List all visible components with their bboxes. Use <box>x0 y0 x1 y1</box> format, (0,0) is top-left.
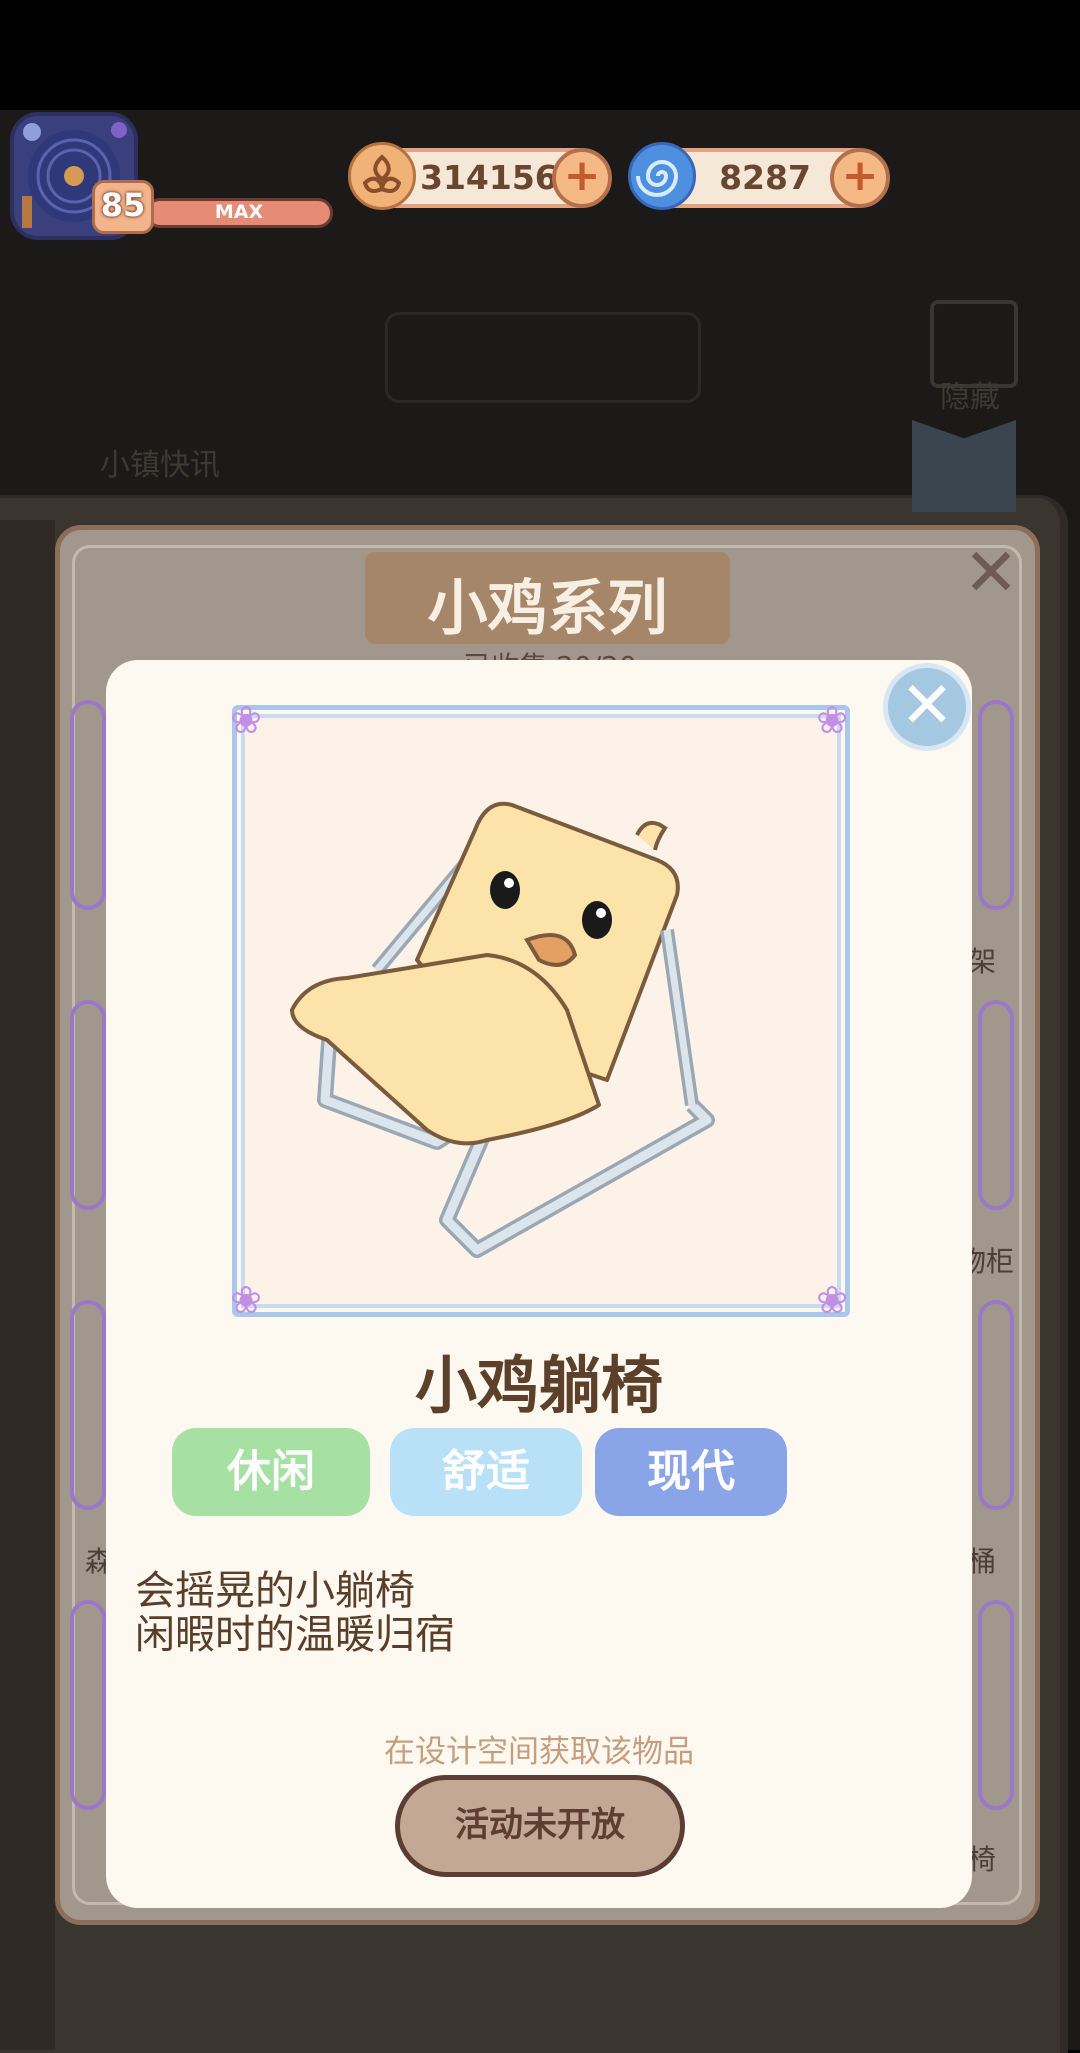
corner-flourish-icon: ❀ <box>816 1278 848 1322</box>
album-slot-label: 桶 <box>968 1545 997 1578</box>
close-icon[interactable]: ✕ <box>883 663 971 751</box>
corner-flourish-icon: ❀ <box>230 698 262 742</box>
chick-lounge-chair-image <box>290 801 715 1258</box>
gem-amount: 8287 <box>719 158 811 197</box>
album-slot-frame <box>978 1000 1014 1210</box>
event-status-button[interactable]: 活动未开放 <box>395 1775 685 1877</box>
tag-leisure: 休闲 <box>172 1428 370 1516</box>
background-strip <box>0 520 55 2050</box>
item-source-hint: 在设计空间获取该物品 <box>384 1734 694 1770</box>
hide-label: 隐藏 <box>940 380 1000 415</box>
album-slot-label: 椅 <box>968 1843 997 1876</box>
coin-icon <box>348 142 416 210</box>
album-slot-frame <box>70 700 106 910</box>
tag-modern: 现代 <box>595 1428 787 1516</box>
status-bar <box>0 0 1080 110</box>
corner-flourish-icon: ❀ <box>816 698 848 742</box>
tag-comfort: 舒适 <box>390 1428 582 1516</box>
item-image-frame <box>232 705 850 1317</box>
corner-flourish-icon: ❀ <box>230 1278 262 1322</box>
album-slot-frame <box>70 1600 106 1810</box>
swirl-gem-icon <box>628 142 696 210</box>
album-slot-frame <box>70 1300 106 1510</box>
background-speech-bubble <box>385 312 701 403</box>
item-description-line: 闲暇时的温暖归宿 <box>135 1612 455 1658</box>
add-gem-button[interactable]: + <box>830 148 890 208</box>
item-name: 小鸡躺椅 <box>414 1349 663 1422</box>
album-slot-label: 架 <box>968 945 997 978</box>
album-slot-frame <box>978 1300 1014 1510</box>
add-coin-button[interactable]: + <box>552 148 612 208</box>
experience-label: MAX <box>214 201 264 223</box>
coin-amount: 314156 <box>420 158 558 197</box>
album-slot-frame <box>978 1600 1014 1810</box>
album-title: 小鸡系列 <box>427 574 668 644</box>
album-slot-frame <box>70 1000 106 1210</box>
album-slot-frame <box>978 700 1014 910</box>
level-value: 85 <box>100 186 146 224</box>
album-close-button[interactable]: ✕ <box>958 540 1024 606</box>
news-label: 小镇快讯 <box>100 448 220 483</box>
